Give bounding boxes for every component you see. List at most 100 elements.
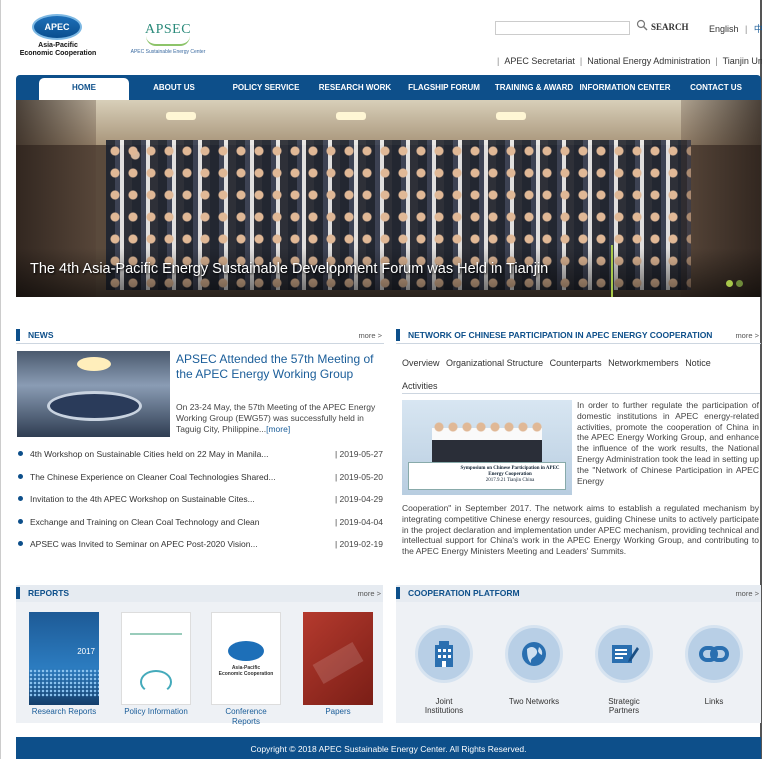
chandelier-shape — [77, 357, 111, 371]
section-marker — [396, 587, 400, 599]
news-featured-image[interactable] — [17, 351, 170, 437]
search-button[interactable]: SEARCH — [651, 22, 689, 32]
reports-header: REPORTS more > — [16, 585, 383, 602]
coop-label-two-networks[interactable]: Two Networks — [494, 697, 574, 706]
nav-flagship-forum[interactable]: FLAGSHIP FORUM — [404, 75, 484, 100]
network-tab-notice[interactable]: Notice — [685, 358, 711, 368]
network-tab-counterparts[interactable]: Counterparts — [550, 358, 602, 368]
photo-people — [432, 418, 542, 463]
divider — [402, 393, 760, 394]
report-label-conference[interactable]: Conference Reports — [201, 707, 291, 727]
network-image[interactable]: Symposium on Chinese Participation in AP… — [402, 400, 572, 495]
apec-logo-subtitle: Asia-Pacific Economic Cooperation — [19, 42, 97, 57]
building-icon — [435, 641, 453, 667]
report-label-research[interactable]: Research Reports — [19, 707, 109, 717]
photo-board-text: Symposium on Chinese Participation in AP… — [460, 466, 560, 483]
lang-separator: | — [745, 24, 748, 34]
cooperation-title: COOPERATION PLATFORM — [408, 588, 520, 598]
reports-more-link[interactable]: more > — [357, 589, 381, 598]
bullet-icon — [18, 496, 23, 501]
bullet-icon — [18, 541, 23, 546]
news-list: 4th Workshop on Sustainable Cities held … — [17, 446, 385, 559]
bullet-icon — [18, 518, 23, 524]
carousel-dot-1[interactable] — [726, 280, 733, 287]
coop-label-joint-institutions[interactable]: Joint Institutions — [404, 697, 484, 715]
nav-contact-us[interactable]: CONTACT US — [681, 75, 751, 100]
news-list-item[interactable]: APSEC was Invited to Seminar on APEC Pos… — [17, 536, 385, 559]
apsec-logo[interactable]: APSEC APEC Sustainable Energy Center — [128, 22, 208, 68]
top-link-apec-secretariat[interactable]: APEC Secretariat — [504, 56, 575, 66]
network-tab-activities[interactable]: Activities — [402, 381, 438, 391]
report-label-policy[interactable]: Policy Information — [111, 707, 201, 717]
main-nav: HOME ABOUT US POLICY SERVICE RESEARCH WO… — [16, 75, 761, 100]
book-pen-icon — [612, 645, 639, 663]
cooperation-more-link[interactable]: more > — [735, 589, 759, 598]
news-header: NEWS more > — [16, 327, 384, 344]
network-tab-organizational-structure[interactable]: Organizational Structure — [446, 358, 543, 368]
coop-links-button[interactable] — [685, 625, 743, 683]
news-list-item[interactable]: 4th Workshop on Sustainable Cities held … — [17, 446, 385, 469]
news-list-item[interactable]: The Chinese Experience on Cleaner Coal T… — [17, 469, 385, 492]
nav-research-work[interactable]: RESEARCH WORK — [315, 75, 395, 100]
apec-logo-mark — [228, 641, 264, 661]
banner-photo-ceiling — [16, 100, 761, 145]
section-marker — [396, 329, 400, 341]
apsec-logo-text: APSEC — [144, 22, 192, 37]
news-more-link[interactable]: more > — [358, 331, 382, 340]
coop-two-networks-button[interactable] — [505, 625, 563, 683]
search-icon[interactable] — [636, 19, 648, 31]
nav-about-us[interactable]: ABOUT US — [139, 75, 209, 100]
network-tab-networkmembers[interactable]: Networkmembers — [608, 358, 679, 368]
network-description: In order to further regulate the partici… — [577, 400, 759, 486]
network-more-link[interactable]: more > — [735, 331, 759, 340]
news-featured-more-link[interactable]: [more] — [266, 424, 290, 434]
hero-banner[interactable]: The 4th Asia-Pacific Energy Sustainable … — [16, 100, 761, 297]
cover-line — [130, 633, 182, 635]
report-label-papers[interactable]: Papers — [293, 707, 383, 717]
nav-information-center[interactable]: INFORMATION CENTER — [576, 75, 674, 100]
apec-logo-mark: APEC — [32, 14, 82, 40]
coop-strategic-partners-button[interactable] — [595, 625, 653, 683]
nav-training-award[interactable]: TRAINING & AWARD — [490, 75, 578, 100]
news-list-item[interactable]: Exchange and Training on Clean Coal Tech… — [17, 514, 385, 537]
nav-home[interactable]: HOME — [39, 78, 129, 100]
search-input[interactable] — [495, 21, 630, 35]
banner-photo-light — [166, 112, 196, 120]
conference-table-shape — [47, 391, 142, 421]
report-cover-policy[interactable] — [121, 612, 191, 705]
top-link-tianjin-university[interactable]: Tianjin University — [723, 56, 762, 66]
banner-caption[interactable]: The 4th Asia-Pacific Energy Sustainable … — [30, 261, 548, 277]
banner-divider — [611, 245, 613, 297]
network-description-continued: Cooperation" in September 2017. The netw… — [402, 503, 759, 557]
apec-logo[interactable]: APEC Asia-Pacific Economic Cooperation — [18, 14, 98, 66]
carousel-dot-2[interactable] — [736, 280, 743, 287]
network-tabs: Overview Organizational Structure Counte… — [402, 352, 760, 398]
coop-joint-institutions-button[interactable] — [415, 625, 473, 683]
lang-chinese-link[interactable]: 中文 — [754, 24, 762, 34]
report-cover-conference[interactable]: Asia-Pacific Economic Cooperation — [211, 612, 281, 705]
nav-policy-service[interactable]: POLICY SERVICE — [226, 75, 306, 100]
network-tab-overview[interactable]: Overview — [402, 358, 440, 368]
network-header: NETWORK OF CHINESE PARTICIPATION IN APEC… — [396, 327, 761, 344]
news-featured-description: On 23-24 May, the 57th Meeting of the AP… — [176, 402, 376, 434]
report-cover-research[interactable]: 2017 — [29, 612, 99, 705]
section-marker — [16, 329, 20, 341]
top-links: | APEC Secretariat | National Energy Admini… — [492, 56, 762, 66]
cooperation-header: COOPERATION PLATFORM more > — [396, 585, 761, 602]
top-link-nea[interactable]: National Energy Administration — [587, 56, 710, 66]
news-list-item[interactable]: Invitation to the 4th APEC Workshop on S… — [17, 491, 385, 514]
link-icon — [699, 646, 729, 662]
coop-label-links[interactable]: Links — [674, 697, 754, 706]
book-graphic — [312, 641, 364, 685]
lang-english-link[interactable]: English — [709, 24, 739, 34]
report-cover-papers[interactable] — [303, 612, 373, 705]
reports-title: REPORTS — [28, 588, 70, 598]
coop-label-strategic-partners[interactable]: Strategic Partners — [584, 697, 664, 715]
swirl-graphic — [140, 670, 172, 694]
news-featured-title[interactable]: APSEC Attended the 57th Meeting of the A… — [176, 352, 386, 382]
banner-photo-light — [496, 112, 526, 120]
map-dots-graphic — [29, 669, 99, 697]
banner-photo-light — [336, 112, 366, 120]
bullet-icon — [18, 451, 23, 456]
language-switcher: English | 中文 — [709, 22, 762, 35]
